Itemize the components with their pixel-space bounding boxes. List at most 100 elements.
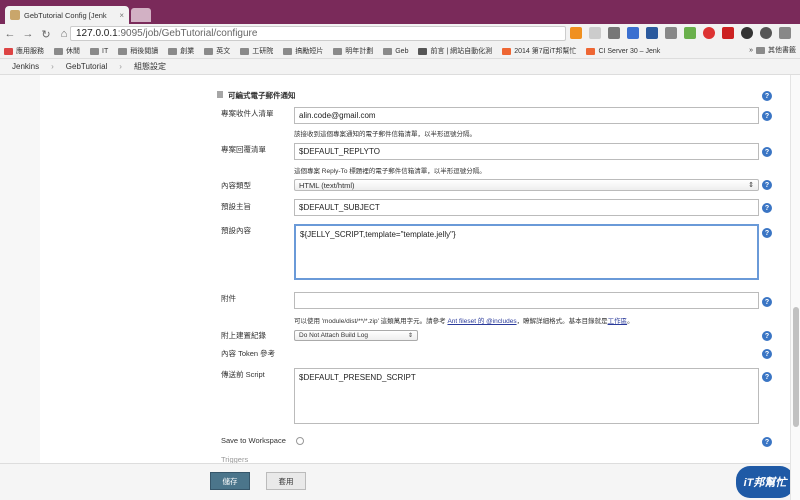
- tab-bar: GebTutorial Config [Jenk ×: [0, 0, 800, 24]
- folder-icon: [118, 47, 128, 55]
- bookmark-item[interactable]: 明年計劃: [333, 46, 373, 56]
- apps-icon: [4, 47, 13, 55]
- recipients-input[interactable]: alin.code@gmail.com: [294, 107, 759, 124]
- bookmark-item[interactable]: 2014 第7屆iT邦幫忙: [502, 46, 576, 56]
- geb-icon[interactable]: [760, 27, 772, 39]
- help-icon[interactable]: ?: [762, 372, 772, 382]
- home-icon[interactable]: ⌂: [58, 28, 70, 40]
- folder-icon: [90, 47, 99, 55]
- select-arrows-icon: ⇕: [407, 333, 413, 339]
- save-button[interactable]: 儲存: [210, 472, 250, 490]
- book-icon: [418, 47, 428, 55]
- browser-tab[interactable]: GebTutorial Config [Jenk ×: [5, 6, 129, 24]
- build-log-value: Do Not Attach Build Log: [299, 332, 369, 339]
- help-icon[interactable]: ?: [762, 228, 772, 238]
- ithelp-icon: [586, 47, 596, 55]
- bookmark-item[interactable]: 稍後閱讀: [118, 46, 158, 56]
- apply-button[interactable]: 套用: [266, 472, 306, 490]
- bookmark-item[interactable]: CI Server 30 – Jenk: [586, 47, 660, 55]
- bookmarks-bar: 應用服務 休閒 IT 稍後閱讀 創業 英文 工研院 搞勵短片 明年計劃 Geb …: [0, 44, 800, 59]
- bookmark-item[interactable]: Geb: [383, 47, 408, 55]
- toolbar: ← → ↻ ⌂ 127.0.0.1 :9095/job/GebTutorial/…: [0, 24, 800, 44]
- subject-input[interactable]: $DEFAULT_SUBJECT: [294, 199, 759, 216]
- url-host: 127.0.0.1: [76, 28, 118, 39]
- breadcrumb-configure[interactable]: 組態設定: [122, 61, 178, 72]
- breadcrumb: Jenkins › GebTutorial › 組態設定: [0, 59, 800, 75]
- evernote-icon[interactable]: [684, 27, 696, 39]
- folder-icon: [204, 47, 214, 55]
- forward-icon[interactable]: →: [22, 28, 34, 40]
- close-icon[interactable]: ×: [119, 11, 124, 20]
- extension-icon[interactable]: [665, 27, 677, 39]
- left-gutter: [0, 75, 40, 500]
- camera-icon[interactable]: [741, 27, 753, 39]
- bookmark-item[interactable]: IT: [90, 47, 108, 55]
- reload-icon[interactable]: ↻: [40, 28, 52, 41]
- content-type-select[interactable]: HTML (text/html) ⇕: [294, 179, 759, 191]
- ithelp-logo: iT邦幫忙: [736, 466, 794, 498]
- chevron-right-icon: »: [749, 46, 753, 54]
- extensions: [570, 27, 791, 39]
- workspace-label: Save to Workspace: [221, 436, 286, 445]
- bookmark-item[interactable]: 英文: [204, 46, 230, 56]
- url-path: :9095/job/GebTutorial/configure: [117, 28, 258, 39]
- save-to-workspace-checkbox[interactable]: [296, 437, 304, 445]
- bookmark-item[interactable]: 搞勵短片: [283, 46, 323, 56]
- section-title: 可編式電子郵件通知: [228, 91, 296, 100]
- content-type-value: HTML (text/html): [299, 180, 355, 190]
- gmail-icon[interactable]: [608, 27, 620, 39]
- folder-icon: [333, 47, 343, 55]
- folder-icon: [54, 47, 63, 55]
- bookmark-item[interactable]: 休閒: [54, 46, 80, 56]
- help-icon[interactable]: ?: [762, 91, 772, 101]
- bookmark-item[interactable]: 創業: [168, 46, 194, 56]
- breadcrumb-job[interactable]: GebTutorial: [54, 62, 120, 71]
- bookmark-item[interactable]: 工研院: [240, 46, 273, 56]
- token-ref-label: 內容 Token 參考: [221, 349, 276, 358]
- ithelp-icon: [502, 47, 512, 55]
- rss-icon[interactable]: [570, 27, 582, 39]
- back-icon[interactable]: ←: [4, 28, 16, 40]
- help-icon[interactable]: ?: [762, 111, 772, 121]
- help-icon[interactable]: ?: [762, 297, 772, 307]
- folder-icon: [240, 47, 250, 55]
- build-log-label: 附上建置紀錄: [221, 331, 266, 340]
- star-icon[interactable]: [589, 27, 601, 39]
- attachments-input[interactable]: [294, 292, 759, 309]
- adblock-icon[interactable]: [703, 27, 715, 39]
- help-icon[interactable]: ?: [762, 437, 772, 447]
- address-bar[interactable]: 127.0.0.1 :9095/job/GebTutorial/configur…: [70, 26, 566, 41]
- menu-icon[interactable]: [779, 27, 791, 39]
- scrollbar-thumb[interactable]: [793, 307, 799, 427]
- help-icon[interactable]: ?: [762, 180, 772, 190]
- presend-textarea[interactable]: $DEFAULT_PRESEND_SCRIPT: [294, 368, 759, 424]
- folder-icon: [283, 47, 293, 55]
- replyto-label: 專案回覆清單: [221, 145, 266, 154]
- button-bar: [0, 463, 790, 500]
- folder-icon: [383, 47, 393, 55]
- content-label: 預設內容: [221, 226, 251, 235]
- help-icon[interactable]: ?: [762, 331, 772, 341]
- other-bookmarks[interactable]: » 其他書籤: [749, 45, 796, 55]
- tab-title: GebTutorial Config [Jenk: [24, 10, 107, 20]
- drag-handle-icon[interactable]: [217, 91, 223, 98]
- breadcrumb-jenkins[interactable]: Jenkins: [0, 62, 51, 71]
- translate-icon[interactable]: [627, 27, 639, 39]
- flag-icon[interactable]: [722, 27, 734, 39]
- new-tab-button[interactable]: [131, 8, 151, 22]
- content-type-label: 內容類型: [221, 181, 251, 190]
- content-textarea[interactable]: ${JELLY_SCRIPT,template="template.jelly"…: [294, 224, 759, 280]
- download-icon[interactable]: [646, 27, 658, 39]
- scrollbar[interactable]: [790, 75, 800, 500]
- help-icon[interactable]: ?: [762, 147, 772, 157]
- folder-icon: [168, 47, 178, 55]
- workspace-link[interactable]: 工作區: [608, 318, 628, 325]
- attachments-label: 附件: [221, 294, 236, 303]
- build-log-select[interactable]: Do Not Attach Build Log ⇕: [294, 330, 418, 341]
- help-icon[interactable]: ?: [762, 203, 772, 213]
- bookmark-item[interactable]: 前言 | 網站自動化測: [418, 46, 492, 56]
- ant-fileset-link[interactable]: Ant fileset 的 @includes: [447, 318, 516, 325]
- help-icon[interactable]: ?: [762, 349, 772, 359]
- bookmark-item[interactable]: 應用服務: [4, 46, 44, 56]
- replyto-input[interactable]: $DEFAULT_REPLYTO: [294, 143, 759, 160]
